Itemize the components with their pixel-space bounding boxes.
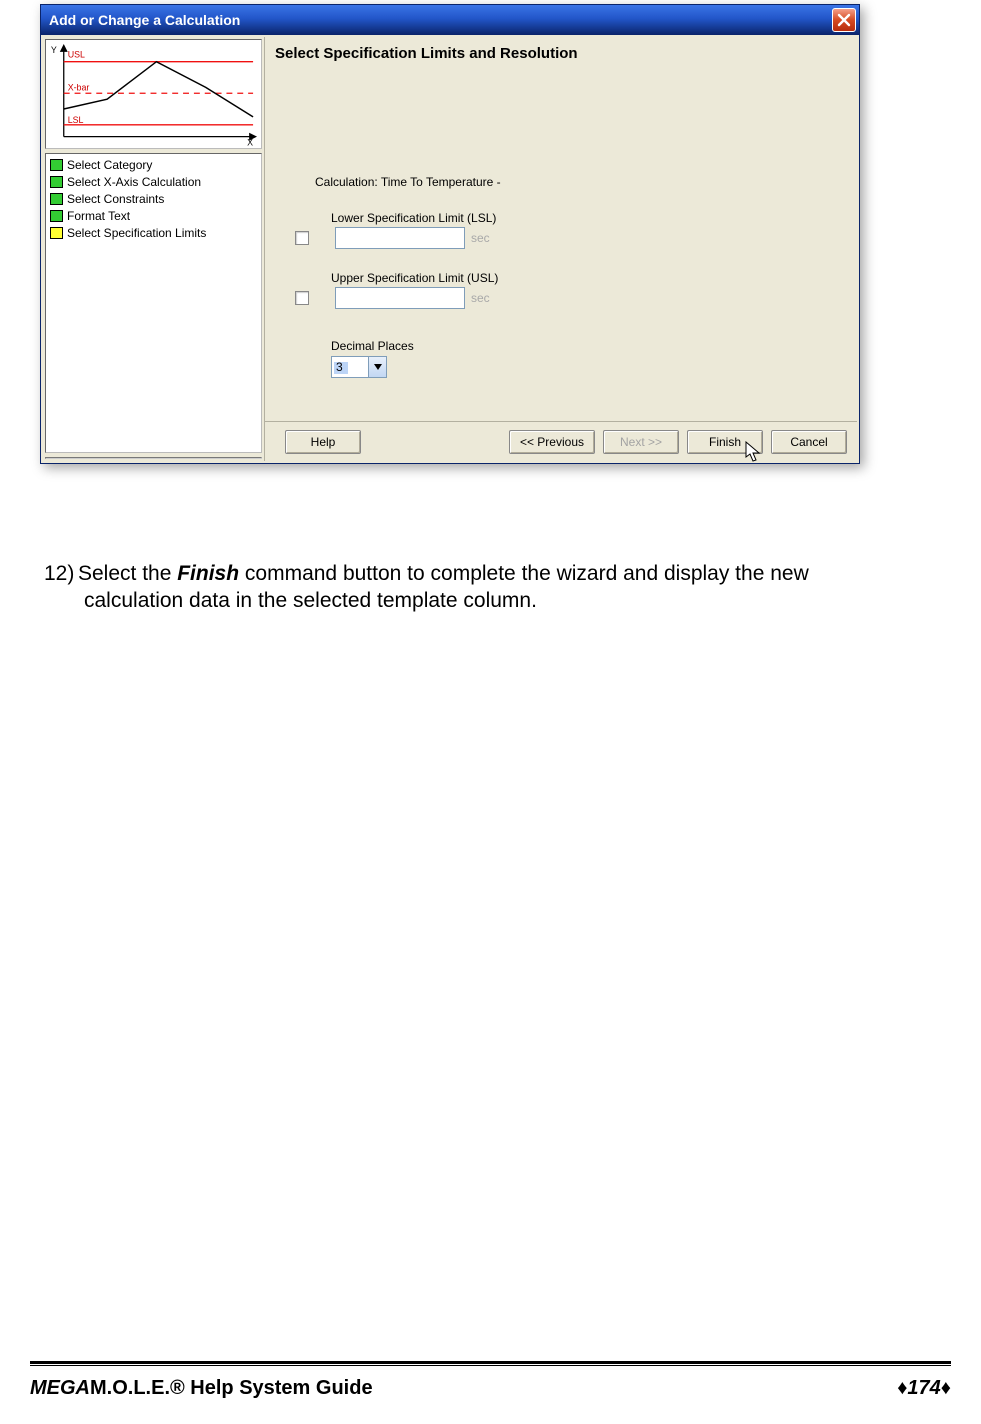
step-status-icon [50,193,63,205]
page-footer: MEGAM.O.L.E.® Help System Guide ♦174♦ [30,1377,951,1400]
step-status-icon [50,227,63,239]
step-label: Format Text [67,209,130,223]
chart-xbar-label: X-bar [68,82,90,92]
spec-limits-chart: Y USL X-bar LSL X [45,39,262,149]
step-row: Format Text [46,207,261,224]
finish-button-label: Finish [709,435,741,449]
decimal-label: Decimal Places [331,339,414,353]
usl-checkbox[interactable] [295,291,309,305]
instruction-post: command button to complete the wizard an… [239,562,809,585]
calculation-label: Calculation: [315,175,378,189]
calculation-value: Time To Temperature - [381,175,501,189]
titlebar: Add or Change a Calculation [41,5,859,35]
cursor-icon [744,441,764,463]
page-heading: Select Specification Limits and Resoluti… [265,37,857,151]
instruction-step-12: 12)Select the Finish command button to c… [44,560,944,615]
page-number: 174 [907,1377,940,1399]
lsl-unit: sec [471,231,490,245]
chart-lsl-label: LSL [68,115,84,125]
close-button[interactable] [832,8,856,32]
dialog-title: Add or Change a Calculation [49,12,240,28]
step-row: Select X-Axis Calculation [46,173,261,190]
lsl-input[interactable] [335,227,465,249]
step-row: Select Constraints [46,190,261,207]
usl-input[interactable] [335,287,465,309]
step-status-icon [50,210,63,222]
wizard-steps-list: Select Category Select X-Axis Calculatio… [45,153,262,453]
footer-rest: M.O.L.E.® Help System Guide [90,1377,373,1399]
next-button: Next >> [603,430,679,454]
lsl-label: Lower Specification Limit (LSL) [331,211,837,225]
wizard-button-row: Help << Previous Next >> Finish Cancel [265,421,857,461]
step-label: Select Specification Limits [67,226,206,240]
close-icon [837,13,851,27]
chevron-down-icon [368,357,386,377]
previous-button[interactable]: << Previous [509,430,595,454]
instruction-line2: calculation data in the selected templat… [84,587,944,614]
footer-rule [30,1361,951,1366]
chart-usl-label: USL [68,50,85,60]
decimal-value: 3 [332,360,368,374]
step-status-icon [50,159,63,171]
cancel-button[interactable]: Cancel [771,430,847,454]
decimal-select[interactable]: 3 [331,356,387,378]
step-label: Select X-Axis Calculation [67,175,201,189]
wizard-sidebar: Y USL X-bar LSL X Select Category [43,37,265,461]
step-row: Select Category [46,156,261,173]
footer-prefix: MEGA [30,1377,90,1399]
step-number: 12) [44,560,78,587]
instruction-bold: Finish [177,562,239,585]
calculation-line: Calculation: Time To Temperature - [295,175,837,189]
lsl-checkbox[interactable] [295,231,309,245]
dialog-window: Add or Change a Calculation [40,4,868,464]
sidebar-spacer [45,457,262,459]
footer-title: MEGAM.O.L.E.® Help System Guide [30,1377,373,1400]
step-label: Select Constraints [67,192,164,206]
usl-label: Upper Specification Limit (USL) [331,271,837,285]
chart-y-label: Y [51,45,57,55]
form-area: Calculation: Time To Temperature - Lower… [265,151,857,421]
step-row: Select Specification Limits [46,224,261,241]
instruction-pre: Select the [78,562,177,585]
step-status-icon [50,176,63,188]
step-label: Select Category [67,158,152,172]
footer-page: ♦174♦ [897,1377,951,1400]
help-button[interactable]: Help [285,430,361,454]
chart-x-label: X [247,138,253,147]
usl-unit: sec [471,291,490,305]
finish-button[interactable]: Finish [687,430,763,454]
